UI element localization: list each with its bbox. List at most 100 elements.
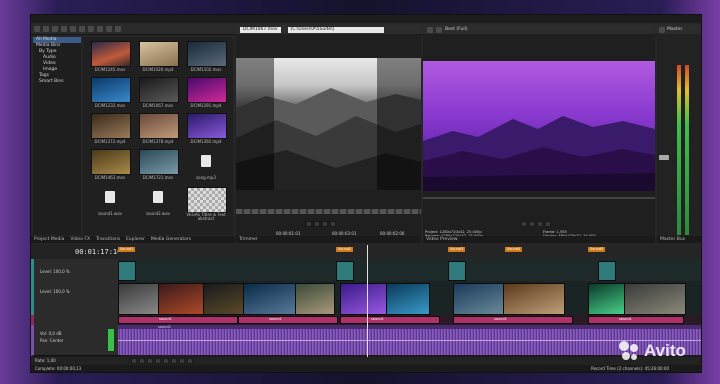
tab-video-fx[interactable]: Video FX	[70, 237, 90, 242]
pause-icon[interactable]	[314, 221, 320, 227]
timecode-area: 00:01:17:10	[31, 245, 121, 259]
audio-clip[interactable]: sound1	[340, 316, 440, 324]
video-clip[interactable]	[448, 261, 466, 281]
media-thumb[interactable]	[187, 187, 227, 213]
preview-frame[interactable]	[423, 61, 655, 191]
track-header-audio-2[interactable]: Vol: 0,0 dB Pan: Center	[31, 325, 121, 356]
master-fader[interactable]	[659, 155, 669, 160]
audio-clip[interactable]: sound1	[118, 316, 238, 324]
audio-track-2[interactable]: sound2	[118, 325, 701, 355]
video-clip[interactable]	[203, 283, 245, 315]
media-thumb[interactable]	[187, 77, 227, 103]
trimmer-filmstrip[interactable]	[236, 209, 421, 214]
video-track-1[interactable]	[118, 259, 701, 281]
timeline-ruler[interactable]: Sound1 Sound2 Sound3 Sound4 Sound5	[118, 245, 701, 260]
copy-icon[interactable]	[70, 25, 76, 32]
settings-icon[interactable]	[427, 26, 433, 33]
master-header: Master	[657, 25, 701, 34]
redo-icon[interactable]	[97, 25, 103, 32]
media-thumb[interactable]	[91, 149, 131, 175]
region-marker[interactable]: Sound3	[448, 247, 466, 252]
media-thumb[interactable]	[187, 41, 227, 67]
save-icon[interactable]	[52, 25, 58, 32]
tab-explorer[interactable]: Explorer	[126, 237, 145, 242]
media-thumb[interactable]	[91, 41, 131, 67]
undo-icon[interactable]	[88, 25, 94, 32]
go-to-start-icon[interactable]	[179, 358, 185, 364]
settings-icon[interactable]	[659, 26, 665, 33]
stop-icon[interactable]	[322, 221, 328, 227]
loop-icon[interactable]	[330, 221, 336, 227]
video-clip[interactable]	[336, 261, 354, 281]
stop-icon[interactable]	[171, 358, 177, 364]
paste-icon[interactable]	[79, 25, 85, 32]
video-clip[interactable]	[295, 283, 335, 315]
region-marker[interactable]: Sound1	[118, 247, 136, 252]
media-thumb[interactable]	[91, 113, 131, 139]
video-clip[interactable]	[386, 283, 430, 315]
new-icon[interactable]	[34, 25, 40, 32]
video-clip[interactable]	[340, 283, 388, 315]
audio-file-icon[interactable]	[105, 191, 115, 203]
video-clip[interactable]	[243, 283, 297, 315]
media-thumb[interactable]	[187, 113, 227, 139]
menu-bar[interactable]	[31, 15, 701, 23]
playhead[interactable]	[367, 245, 368, 357]
cut-icon[interactable]	[61, 25, 67, 32]
audio-file-icon[interactable]	[153, 191, 163, 203]
stop-icon[interactable]	[537, 221, 543, 227]
video-clip[interactable]	[588, 283, 626, 315]
record-icon[interactable]	[131, 358, 137, 364]
region-marker[interactable]: Sound4	[505, 247, 523, 252]
track-header-video-1[interactable]: Level: 100,0 %	[31, 259, 121, 282]
fx-icon[interactable]	[436, 26, 442, 33]
video-clip[interactable]	[598, 261, 616, 281]
tab-video-preview[interactable]: Video Preview	[426, 237, 458, 242]
video-clip[interactable]	[118, 261, 136, 281]
video-clip[interactable]	[624, 283, 686, 315]
play-icon[interactable]	[147, 358, 153, 364]
next-frame-icon[interactable]	[545, 221, 551, 227]
media-thumb[interactable]	[139, 77, 179, 103]
snap-icon[interactable]	[106, 25, 112, 32]
open-icon[interactable]	[43, 25, 49, 32]
loop-icon[interactable]	[139, 358, 145, 364]
media-thumb[interactable]	[139, 149, 179, 175]
media-thumb[interactable]	[91, 77, 131, 103]
trimmer-frame[interactable]	[236, 58, 421, 190]
level-meter-right	[685, 65, 689, 235]
tab-project-media[interactable]: Project Media	[34, 237, 64, 242]
preview-quality[interactable]: Best (Full)	[445, 27, 468, 32]
video-clip[interactable]	[158, 283, 205, 315]
audio-track-1[interactable]: sound1 sound1 sound1 sound1 sound1	[118, 315, 701, 325]
media-thumb[interactable]	[139, 41, 179, 67]
pause-icon[interactable]	[163, 358, 169, 364]
media-thumb[interactable]	[139, 113, 179, 139]
video-clip[interactable]	[453, 283, 505, 315]
media-label: DCIM1378.mp4	[142, 139, 174, 144]
tab-trimmer[interactable]: Trimmer	[239, 237, 258, 242]
tab-media-generators[interactable]: Media Generators	[151, 237, 191, 242]
play-from-start-icon[interactable]	[155, 358, 161, 364]
audio-clip[interactable]: sound1	[453, 316, 573, 324]
ripple-icon[interactable]	[115, 25, 121, 32]
play-icon[interactable]	[306, 221, 312, 227]
avito-watermark: Avito	[618, 340, 686, 362]
region-marker[interactable]: Sound5	[588, 247, 606, 252]
tab-master-bus[interactable]: Master Bus	[660, 237, 685, 242]
video-track-2[interactable]	[118, 281, 701, 315]
video-clip[interactable]	[118, 283, 160, 315]
go-to-end-icon[interactable]	[187, 358, 193, 364]
audio-clip[interactable]: sound1	[238, 316, 338, 324]
audio-clip[interactable]: sound1	[588, 316, 684, 324]
tab-transitions[interactable]: Transitions	[96, 237, 120, 242]
master-title: Master	[667, 27, 683, 32]
tree-item-smart-bins[interactable]: Smart Bins	[33, 79, 81, 85]
video-clip[interactable]	[503, 283, 565, 315]
preview-scrub-bar[interactable]	[423, 197, 655, 199]
track-header-video-2[interactable]: Level: 100,0 %	[31, 281, 121, 316]
audio-file-icon[interactable]	[201, 155, 211, 167]
region-marker[interactable]: Sound2	[336, 247, 354, 252]
pause-icon[interactable]	[529, 221, 535, 227]
play-icon[interactable]	[521, 221, 527, 227]
